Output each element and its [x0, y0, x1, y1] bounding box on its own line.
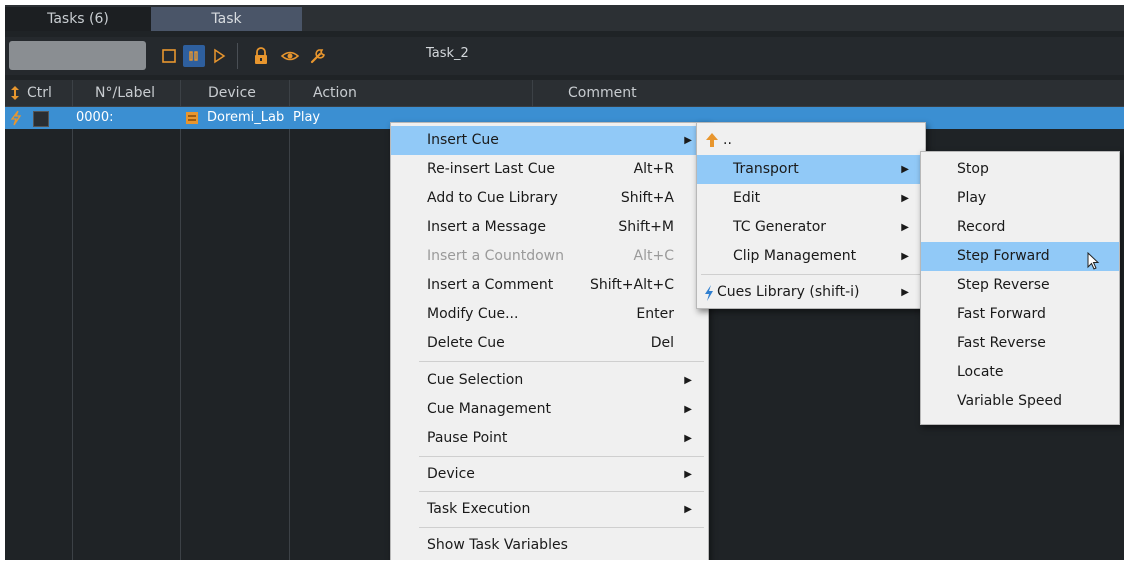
view-button[interactable] [279, 45, 301, 67]
menu-item-up-level[interactable]: .. [697, 126, 925, 155]
chevron-right-icon: ▶ [684, 404, 692, 415]
insert-cue-submenu: .. Transport ▶ Edit ▶ TC Generator ▶ Clip M… [696, 122, 926, 309]
play-button[interactable] [208, 45, 230, 67]
ctrl-checkbox[interactable] [33, 111, 49, 127]
toolbar-separator [237, 43, 238, 69]
menu-item-cue-selection[interactable]: Cue Selection ▶ [391, 366, 708, 395]
transport-submenu: Stop Play Record Step Forward Step Rever… [920, 151, 1120, 425]
chevron-right-icon: ▶ [684, 504, 692, 515]
menu-separator [701, 274, 921, 275]
device-icon [186, 112, 198, 124]
sort-arrows-icon [11, 86, 19, 100]
menu-item-task-execution[interactable]: Task Execution ▶ [391, 495, 708, 524]
menu-item-play[interactable]: Play [921, 184, 1119, 213]
lock-button[interactable] [250, 45, 272, 67]
tab-task[interactable]: Task [151, 7, 302, 31]
menu-item-edit[interactable]: Edit ▶ [697, 184, 925, 213]
up-arrow-icon [706, 133, 718, 147]
menu-item-insert-comment[interactable]: Insert a Comment Shift+Alt+C [391, 271, 708, 300]
menu-item-modify-cue[interactable]: Modify Cue... Enter [391, 300, 708, 329]
menu-item-step-reverse[interactable]: Step Reverse [921, 271, 1119, 300]
menu-separator [419, 491, 704, 492]
menu-item-insert-countdown: Insert a Countdown Alt+C [427, 248, 674, 264]
app-window: Tasks (6) Task Task_2 Ctrl N°/Label Devi… [5, 5, 1124, 560]
pause-icon [189, 51, 198, 61]
menu-item-show-task-variables[interactable]: Show Task Variables [391, 531, 708, 560]
chevron-right-icon: ▶ [684, 469, 692, 480]
menu-item-insert-cue[interactable]: Insert Cue ▶ [391, 126, 708, 155]
column-label[interactable]: N°/Label [95, 80, 155, 106]
chevron-right-icon: ▶ [901, 164, 909, 175]
menu-item-device[interactable]: Device ▶ [391, 460, 708, 489]
task-selector-field[interactable] [9, 41, 146, 70]
stop-icon [162, 49, 176, 63]
context-menu: Insert Cue ▶ Re-insert Last Cue Alt+R Add … [390, 122, 709, 560]
menu-item-stop[interactable]: Stop [921, 155, 1119, 184]
lock-icon [255, 47, 267, 64]
chevron-right-icon: ▶ [901, 222, 909, 233]
menu-item-cues-library[interactable]: Cues Library (shift-i) ▶ [697, 278, 925, 307]
chevron-right-icon: ▶ [684, 375, 692, 386]
column-device[interactable]: Device [208, 80, 256, 106]
toolbar: Task_2 [5, 37, 1124, 75]
menu-item-variable-speed[interactable]: Variable Speed [921, 387, 1119, 416]
menu-item-clip-management[interactable]: Clip Management ▶ [697, 242, 925, 271]
wrench-icon [310, 49, 325, 64]
column-ctrl[interactable]: Ctrl [27, 80, 52, 106]
chevron-right-icon: ▶ [684, 433, 692, 444]
column-divider [180, 80, 181, 560]
menu-item-tc-generator[interactable]: TC Generator ▶ [697, 213, 925, 242]
column-divider [289, 80, 290, 560]
menu-item-fast-forward[interactable]: Fast Forward [921, 300, 1119, 329]
chevron-right-icon: ▶ [901, 251, 909, 262]
stop-button[interactable] [158, 45, 180, 67]
menu-separator [419, 361, 704, 362]
chevron-right-icon: ▶ [901, 193, 909, 204]
tab-bar: Tasks (6) Task [5, 5, 1124, 31]
cue-label: 0000: [76, 110, 114, 125]
tab-tasks[interactable]: Tasks (6) [5, 7, 151, 31]
menu-item-insert-message[interactable]: Insert a Message Shift+M [391, 213, 708, 242]
mouse-cursor-icon [1087, 252, 1100, 270]
menu-separator [419, 456, 704, 457]
task-name: Task_2 [426, 46, 469, 61]
menu-item-add-to-cue-library[interactable]: Add to Cue Library Shift+A [391, 184, 708, 213]
chevron-right-icon: ▶ [901, 287, 909, 298]
menu-item-pause-point[interactable]: Pause Point ▶ [391, 424, 708, 453]
menu-item-cue-management[interactable]: Cue Management ▶ [391, 395, 708, 424]
menu-item-delete-cue[interactable]: Delete Cue Del [391, 329, 708, 358]
menu-separator [419, 527, 704, 528]
lightning-icon [705, 285, 713, 301]
eye-icon [280, 51, 300, 61]
column-comment[interactable]: Comment [568, 80, 637, 106]
column-header: Ctrl N°/Label Device Action Comment [5, 80, 1124, 107]
menu-item-reinsert-last-cue[interactable]: Re-insert Last Cue Alt+R [391, 155, 708, 184]
pause-button[interactable] [183, 45, 205, 67]
menu-item-record[interactable]: Record [921, 213, 1119, 242]
menu-item-transport[interactable]: Transport ▶ [697, 155, 925, 184]
lightning-icon [10, 110, 22, 126]
cue-action: Play [293, 110, 321, 125]
menu-item-locate[interactable]: Locate [921, 358, 1119, 387]
cue-device: Doremi_Lab [207, 110, 285, 125]
column-divider [72, 80, 73, 560]
settings-button[interactable] [307, 45, 329, 67]
menu-item-fast-reverse[interactable]: Fast Reverse [921, 329, 1119, 358]
play-icon [214, 48, 226, 64]
chevron-right-icon: ▶ [684, 135, 692, 146]
column-action[interactable]: Action [313, 80, 357, 106]
